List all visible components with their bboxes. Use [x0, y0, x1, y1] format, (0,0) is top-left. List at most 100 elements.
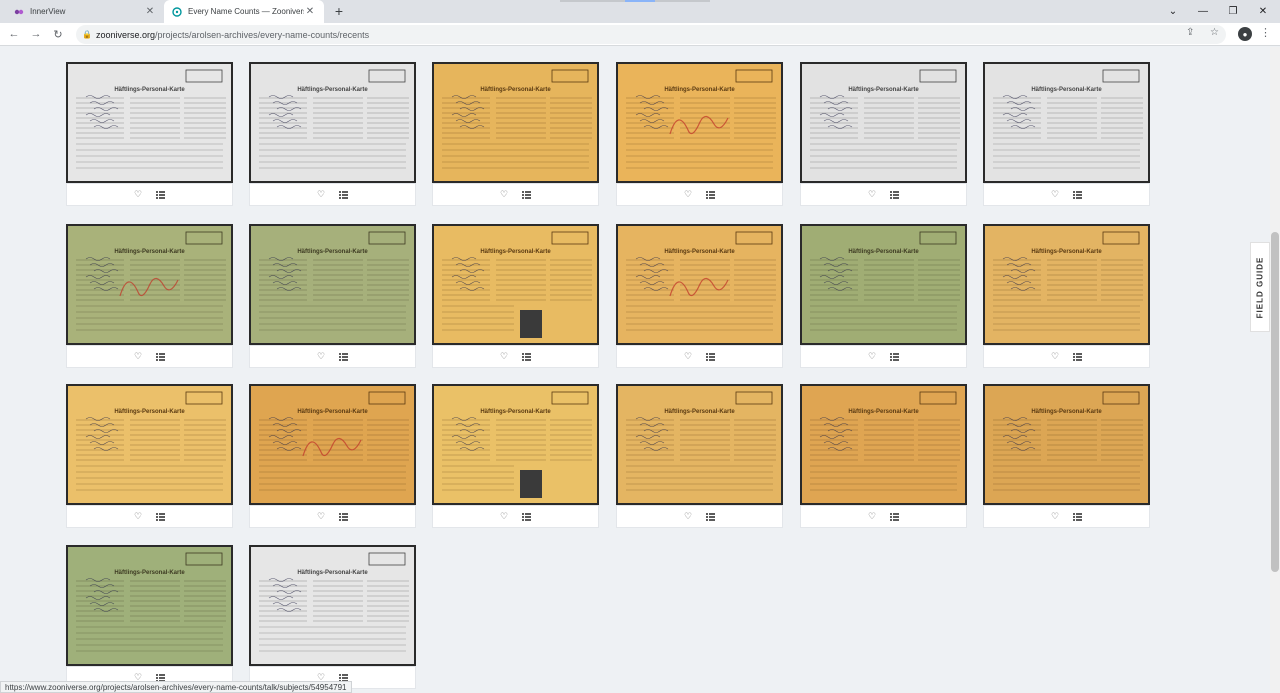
subject-thumbnail[interactable]: Häftlings-Personal-Karte: [983, 62, 1150, 183]
list-icon[interactable]: [890, 190, 900, 199]
list-icon[interactable]: [706, 512, 716, 521]
heart-icon[interactable]: ♡: [317, 352, 325, 361]
close-icon[interactable]: ✕: [304, 6, 316, 17]
subject-card[interactable]: Häftlings-Personal-Karte ♡: [249, 384, 416, 528]
subject-card[interactable]: Häftlings-Personal-Karte ♡: [432, 224, 599, 368]
subject-card[interactable]: Häftlings-Personal-Karte ♡: [616, 62, 783, 206]
subject-card[interactable]: Häftlings-Personal-Karte ♡: [800, 62, 967, 206]
chevron-down-icon[interactable]: ⌄: [1158, 0, 1188, 23]
heart-icon[interactable]: ♡: [317, 512, 325, 521]
bookmark-star-icon[interactable]: ☆: [1210, 27, 1219, 38]
subject-card[interactable]: Häftlings-Personal-Karte ♡: [66, 545, 233, 689]
list-icon[interactable]: [339, 352, 349, 361]
heart-icon[interactable]: ♡: [868, 190, 876, 199]
heart-icon[interactable]: ♡: [1051, 190, 1059, 199]
field-guide-tab[interactable]: FIELD GUIDE: [1250, 242, 1270, 332]
list-icon[interactable]: [890, 352, 900, 361]
subject-thumbnail[interactable]: Häftlings-Personal-Karte: [800, 224, 967, 345]
close-icon[interactable]: ✕: [144, 6, 156, 17]
heart-icon[interactable]: ♡: [500, 352, 508, 361]
heart-icon[interactable]: ♡: [1051, 512, 1059, 521]
subject-thumbnail[interactable]: Häftlings-Personal-Karte: [616, 62, 783, 183]
list-icon[interactable]: [522, 512, 532, 521]
subject-card[interactable]: Häftlings-Personal-Karte ♡: [432, 384, 599, 528]
window-close-button[interactable]: ✕: [1248, 0, 1278, 23]
subject-thumbnail[interactable]: Häftlings-Personal-Karte: [66, 384, 233, 505]
list-icon[interactable]: [156, 190, 166, 199]
minimize-button[interactable]: —: [1188, 0, 1218, 23]
subject-card[interactable]: Häftlings-Personal-Karte ♡: [66, 224, 233, 368]
number-box: [185, 69, 223, 83]
list-icon[interactable]: [522, 352, 532, 361]
subject-card[interactable]: Häftlings-Personal-Karte ♡: [800, 384, 967, 528]
heart-icon[interactable]: ♡: [1051, 352, 1059, 361]
subject-card[interactable]: Häftlings-Personal-Karte ♡: [800, 224, 967, 368]
heart-icon[interactable]: ♡: [684, 190, 692, 199]
heart-icon[interactable]: ♡: [134, 512, 142, 521]
heart-icon[interactable]: ♡: [500, 512, 508, 521]
restore-button[interactable]: ❐: [1218, 0, 1248, 23]
scrollbar-thumb[interactable]: [1271, 232, 1279, 572]
subject-thumbnail[interactable]: Häftlings-Personal-Karte: [432, 384, 599, 505]
new-tab-button[interactable]: +: [331, 3, 347, 19]
tab-innerview[interactable]: InnerView ✕: [6, 0, 164, 23]
forward-button[interactable]: →: [28, 26, 44, 42]
subject-card[interactable]: Häftlings-Personal-Karte ♡: [616, 384, 783, 528]
subject-thumbnail[interactable]: Häftlings-Personal-Karte: [66, 62, 233, 183]
subject-thumbnail[interactable]: Häftlings-Personal-Karte: [66, 545, 233, 666]
list-icon[interactable]: [890, 512, 900, 521]
list-icon[interactable]: [339, 512, 349, 521]
subject-thumbnail[interactable]: Häftlings-Personal-Karte: [800, 384, 967, 505]
subject-card[interactable]: Häftlings-Personal-Karte ♡: [66, 62, 233, 206]
record-card-sketch: [993, 231, 1143, 331]
heart-icon[interactable]: ♡: [684, 512, 692, 521]
subject-thumbnail[interactable]: Häftlings-Personal-Karte: [249, 545, 416, 666]
subject-card[interactable]: Häftlings-Personal-Karte ♡: [249, 224, 416, 368]
list-icon[interactable]: [1073, 512, 1083, 521]
back-button[interactable]: ←: [6, 26, 22, 42]
heart-icon[interactable]: ♡: [868, 512, 876, 521]
subject-thumbnail[interactable]: Häftlings-Personal-Karte: [249, 224, 416, 345]
subject-card[interactable]: Häftlings-Personal-Karte ♡: [983, 62, 1150, 206]
list-icon[interactable]: [156, 352, 166, 361]
subject-thumbnail[interactable]: Häftlings-Personal-Karte: [249, 384, 416, 505]
list-icon[interactable]: [339, 190, 349, 199]
subject-thumbnail[interactable]: Häftlings-Personal-Karte: [432, 224, 599, 345]
subject-card[interactable]: Häftlings-Personal-Karte ♡: [249, 545, 416, 689]
more-menu-icon[interactable]: ⋮: [1260, 26, 1271, 39]
heart-icon[interactable]: ♡: [317, 190, 325, 199]
heart-icon[interactable]: ♡: [134, 190, 142, 199]
subject-card[interactable]: Häftlings-Personal-Karte ♡: [983, 224, 1150, 368]
card-title: Häftlings-Personal-Karte: [114, 87, 185, 93]
subject-thumbnail[interactable]: Häftlings-Personal-Karte: [983, 224, 1150, 345]
list-icon[interactable]: [706, 352, 716, 361]
card-actions: ♡: [432, 505, 599, 528]
subject-card[interactable]: Häftlings-Personal-Karte ♡: [616, 224, 783, 368]
list-icon[interactable]: [1073, 352, 1083, 361]
subject-thumbnail[interactable]: Häftlings-Personal-Karte: [432, 62, 599, 183]
profile-avatar[interactable]: ●: [1238, 27, 1252, 41]
subject-thumbnail[interactable]: Häftlings-Personal-Karte: [800, 62, 967, 183]
subject-card[interactable]: Häftlings-Personal-Karte ♡: [66, 384, 233, 528]
subject-thumbnail[interactable]: Häftlings-Personal-Karte: [66, 224, 233, 345]
heart-icon[interactable]: ♡: [684, 352, 692, 361]
heart-icon[interactable]: ♡: [134, 352, 142, 361]
share-icon[interactable]: ⇪: [1186, 27, 1194, 38]
list-icon[interactable]: [1073, 190, 1083, 199]
list-icon[interactable]: [706, 190, 716, 199]
subject-card[interactable]: Häftlings-Personal-Karte ♡: [983, 384, 1150, 528]
reload-button[interactable]: ↻: [50, 26, 66, 42]
subject-card[interactable]: Häftlings-Personal-Karte ♡: [249, 62, 416, 206]
record-card-sketch: [993, 69, 1143, 169]
subject-thumbnail[interactable]: Häftlings-Personal-Karte: [616, 384, 783, 505]
tab-every-name-counts[interactable]: Every Name Counts — Zooniverse ✕: [164, 0, 324, 23]
heart-icon[interactable]: ♡: [868, 352, 876, 361]
subject-thumbnail[interactable]: Häftlings-Personal-Karte: [616, 224, 783, 345]
heart-icon[interactable]: ♡: [500, 190, 508, 199]
subject-card[interactable]: Häftlings-Personal-Karte ♡: [432, 62, 599, 206]
list-icon[interactable]: [156, 512, 166, 521]
subject-thumbnail[interactable]: Häftlings-Personal-Karte: [983, 384, 1150, 505]
list-icon[interactable]: [522, 190, 532, 199]
address-bar[interactable]: 🔒 zooniverse.org /projects/arolsen-archi…: [76, 25, 1226, 44]
subject-thumbnail[interactable]: Häftlings-Personal-Karte: [249, 62, 416, 183]
